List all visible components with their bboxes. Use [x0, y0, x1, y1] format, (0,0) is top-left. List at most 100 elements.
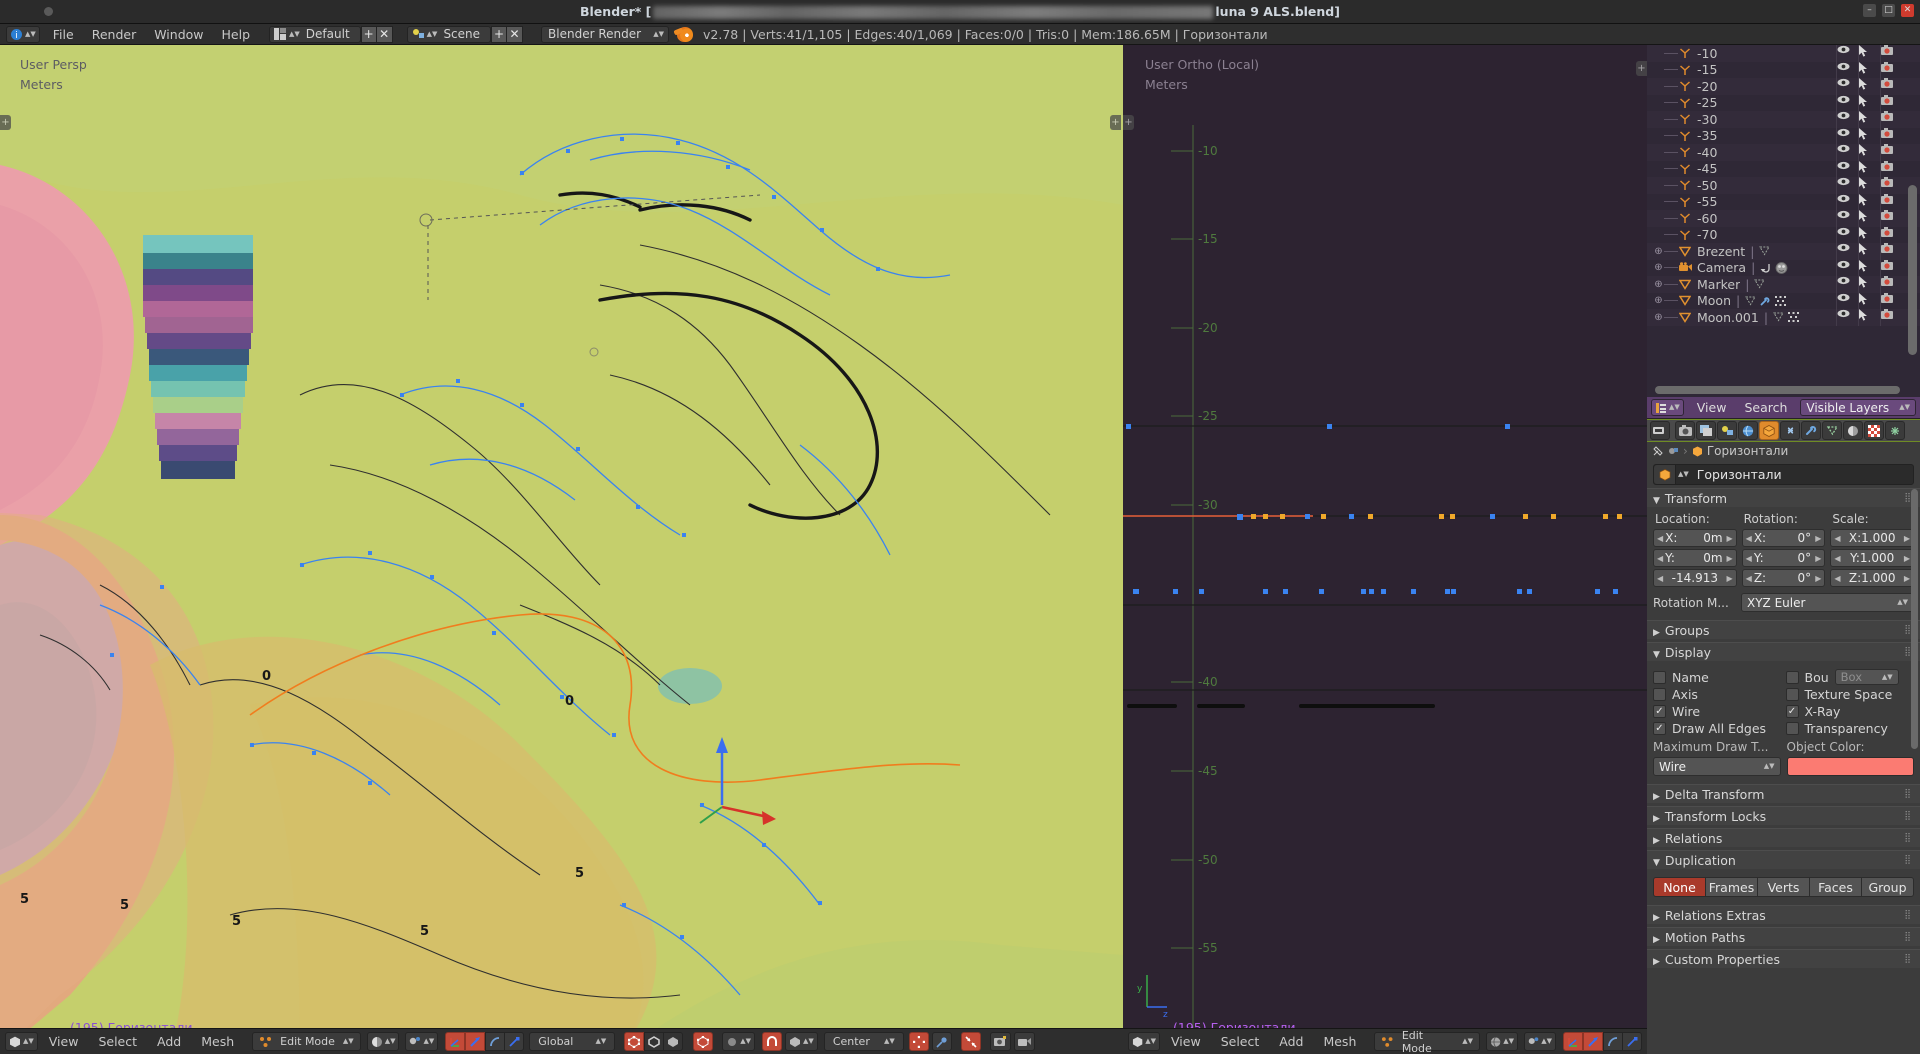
camera-render-icon[interactable]: [1880, 78, 1902, 95]
viewport-right-pivot-icon[interactable]: ▲▼: [1524, 1032, 1557, 1051]
translate-manipulator-button[interactable]: [465, 1032, 486, 1051]
outliner-row[interactable]: -30: [1647, 111, 1920, 128]
eye-icon[interactable]: [1836, 144, 1858, 161]
increment-arrow-icon[interactable]: ▶: [1727, 534, 1733, 543]
eye-icon[interactable]: [1836, 210, 1858, 227]
camera-render-icon[interactable]: [1880, 144, 1902, 161]
mesh-data-icon[interactable]: [1745, 296, 1760, 306]
add-scene-button[interactable]: +: [491, 25, 508, 43]
viewport-left-pivot-selector-icon[interactable]: ▲▼: [405, 1032, 439, 1051]
cursor-icon[interactable]: [1858, 127, 1880, 144]
camera-render-icon[interactable]: [1880, 193, 1902, 210]
visible-layers-selector[interactable]: Visible Layers ▲▼: [1800, 399, 1916, 416]
decrement-arrow-icon[interactable]: ◀: [1657, 554, 1663, 563]
camera-render-icon[interactable]: [1880, 111, 1902, 128]
cursor-icon[interactable]: [1858, 78, 1880, 95]
tab-scene[interactable]: [1717, 421, 1737, 440]
panel-header-transform-locks[interactable]: ▶ Transform Locks ⣿: [1647, 806, 1920, 825]
eye-icon[interactable]: [1836, 226, 1858, 243]
rotation-y-field[interactable]: ◀ Y: 0° ▶: [1741, 549, 1826, 567]
cursor-icon[interactable]: [1858, 193, 1880, 210]
outliner-row[interactable]: -10: [1647, 45, 1920, 62]
outliner-row[interactable]: -40: [1647, 144, 1920, 161]
viewport-left-menu-select[interactable]: Select: [88, 1029, 147, 1054]
auto-merge-button[interactable]: [960, 1032, 981, 1051]
cursor-icon[interactable]: [1858, 243, 1880, 260]
cursor-icon[interactable]: [1858, 111, 1880, 128]
outliner-editor[interactable]: -10 -15 -20 -25 -30 -35 -40 -45 -50 -55 -60 -70 ⊕ Bre…: [1647, 45, 1920, 397]
limit-selection-visible-button[interactable]: [693, 1032, 714, 1051]
manipulator-toggle-button[interactable]: [1563, 1032, 1584, 1051]
outliner-row[interactable]: -60: [1647, 210, 1920, 227]
camera-render-icon[interactable]: [1880, 292, 1902, 309]
camera-render-icon[interactable]: [1880, 94, 1902, 111]
increment-arrow-icon[interactable]: ▶: [1815, 574, 1821, 583]
outliner-row[interactable]: -15: [1647, 61, 1920, 78]
viewport-left-shading-selector[interactable]: ▲▼: [366, 1032, 400, 1051]
rotate-manipulator-button[interactable]: [1603, 1032, 1624, 1051]
outliner-row[interactable]: ⊕ Brezent |: [1647, 243, 1920, 260]
eye-icon[interactable]: [1836, 259, 1858, 276]
eye-icon[interactable]: [1836, 78, 1858, 95]
decrement-arrow-icon[interactable]: ◀: [1657, 574, 1663, 583]
mesh-data-icon[interactable]: [1759, 246, 1774, 256]
decrement-arrow-icon[interactable]: ◀: [1746, 554, 1752, 563]
viewport-3d-ortho[interactable]: -10 -15 -20 -25 -30 -40 -45 -50 -55 y z User O…: [1123, 45, 1647, 1054]
editor-type-selector[interactable]: i ▲▼: [6, 25, 40, 43]
decrement-arrow-icon[interactable]: ◀: [1834, 574, 1840, 583]
delete-screen-layout-button[interactable]: ✕: [376, 25, 393, 43]
properties-menu-view[interactable]: View: [1688, 400, 1736, 415]
viewport-left-editor-type-selector[interactable]: ▲▼: [5, 1032, 38, 1051]
snap-target-button[interactable]: [908, 1032, 929, 1051]
manipulator-toggle-button[interactable]: [445, 1032, 466, 1051]
minimize-button[interactable]: –: [1863, 4, 1876, 17]
tab-modifiers[interactable]: [1801, 421, 1821, 440]
viewport-right-menu-mesh[interactable]: Mesh: [1313, 1029, 1366, 1054]
scale-x-field[interactable]: ◀ X:1.000 ▶: [1830, 529, 1915, 547]
cursor-icon[interactable]: [1858, 61, 1880, 78]
outliner-horizontal-scrollbar[interactable]: [1655, 386, 1900, 394]
viewport-left-menu-mesh[interactable]: Mesh: [191, 1029, 244, 1054]
eye-icon[interactable]: [1836, 61, 1858, 78]
outliner-row[interactable]: -25: [1647, 94, 1920, 111]
render-animation-button[interactable]: [1013, 1032, 1035, 1051]
cursor-icon[interactable]: [1858, 94, 1880, 111]
panel-header-delta-transform[interactable]: ▶ Delta Transform ⣿: [1647, 784, 1920, 803]
viewport-right-toolshelf-toggle[interactable]: +: [1123, 115, 1134, 130]
render-image-button[interactable]: [989, 1032, 1011, 1051]
transform-orientation-selector[interactable]: Global ▲▼: [529, 1032, 616, 1051]
cursor-icon[interactable]: [1858, 45, 1880, 62]
duplication-option-none[interactable]: None: [1653, 877, 1705, 897]
display-checkbox-x-ray[interactable]: ✓ X-Ray: [1785, 704, 1915, 719]
viewport-left-mode-selector[interactable]: Edit Mode ▲▼: [252, 1032, 361, 1051]
duplication-option-frames[interactable]: Frames: [1705, 877, 1757, 897]
eye-icon[interactable]: [1836, 111, 1858, 128]
panel-header-custom-properties[interactable]: ▶ Custom Properties ⣿: [1647, 949, 1920, 968]
location-y-field[interactable]: ◀ Y: 0m ▶: [1653, 549, 1737, 567]
decrement-arrow-icon[interactable]: ◀: [1657, 534, 1663, 543]
camera-render-icon[interactable]: [1880, 276, 1902, 293]
outliner-row[interactable]: -35: [1647, 127, 1920, 144]
properties-context-selector[interactable]: [1650, 421, 1670, 440]
cursor-icon[interactable]: [1858, 276, 1880, 293]
viewport-right-mode-selector[interactable]: Edit Mode ▲▼: [1374, 1029, 1480, 1054]
eye-icon[interactable]: [1836, 292, 1858, 309]
rotation-x-field[interactable]: ◀ X: 0° ▶: [1741, 529, 1826, 547]
viewport-right-editor-type-selector[interactable]: ▲▼: [1128, 1032, 1161, 1051]
increment-arrow-icon[interactable]: ▶: [1904, 534, 1910, 543]
tab-render[interactable]: [1675, 421, 1695, 440]
viewport-left-toolshelf-toggle[interactable]: +: [0, 115, 11, 130]
viewport-right-menu-add[interactable]: Add: [1269, 1029, 1313, 1054]
expand-toggle-icon[interactable]: ⊕: [1653, 262, 1664, 273]
camera-render-icon[interactable]: [1880, 210, 1902, 227]
scale-manipulator-button[interactable]: [1623, 1032, 1643, 1051]
face-select-mode-button[interactable]: [664, 1032, 684, 1051]
scale-manipulator-button[interactable]: [505, 1032, 525, 1051]
scale-z-field[interactable]: ◀ Z:1.000 ▶: [1830, 569, 1915, 587]
cursor-icon[interactable]: [1858, 177, 1880, 194]
panel-header-display[interactable]: ▼ Display ⣿: [1647, 642, 1920, 661]
tab-world[interactable]: [1738, 421, 1758, 440]
outliner-row[interactable]: ⊕ Moon |: [1647, 292, 1920, 309]
decrement-arrow-icon[interactable]: ◀: [1746, 534, 1752, 543]
menu-window[interactable]: Window: [145, 24, 212, 45]
